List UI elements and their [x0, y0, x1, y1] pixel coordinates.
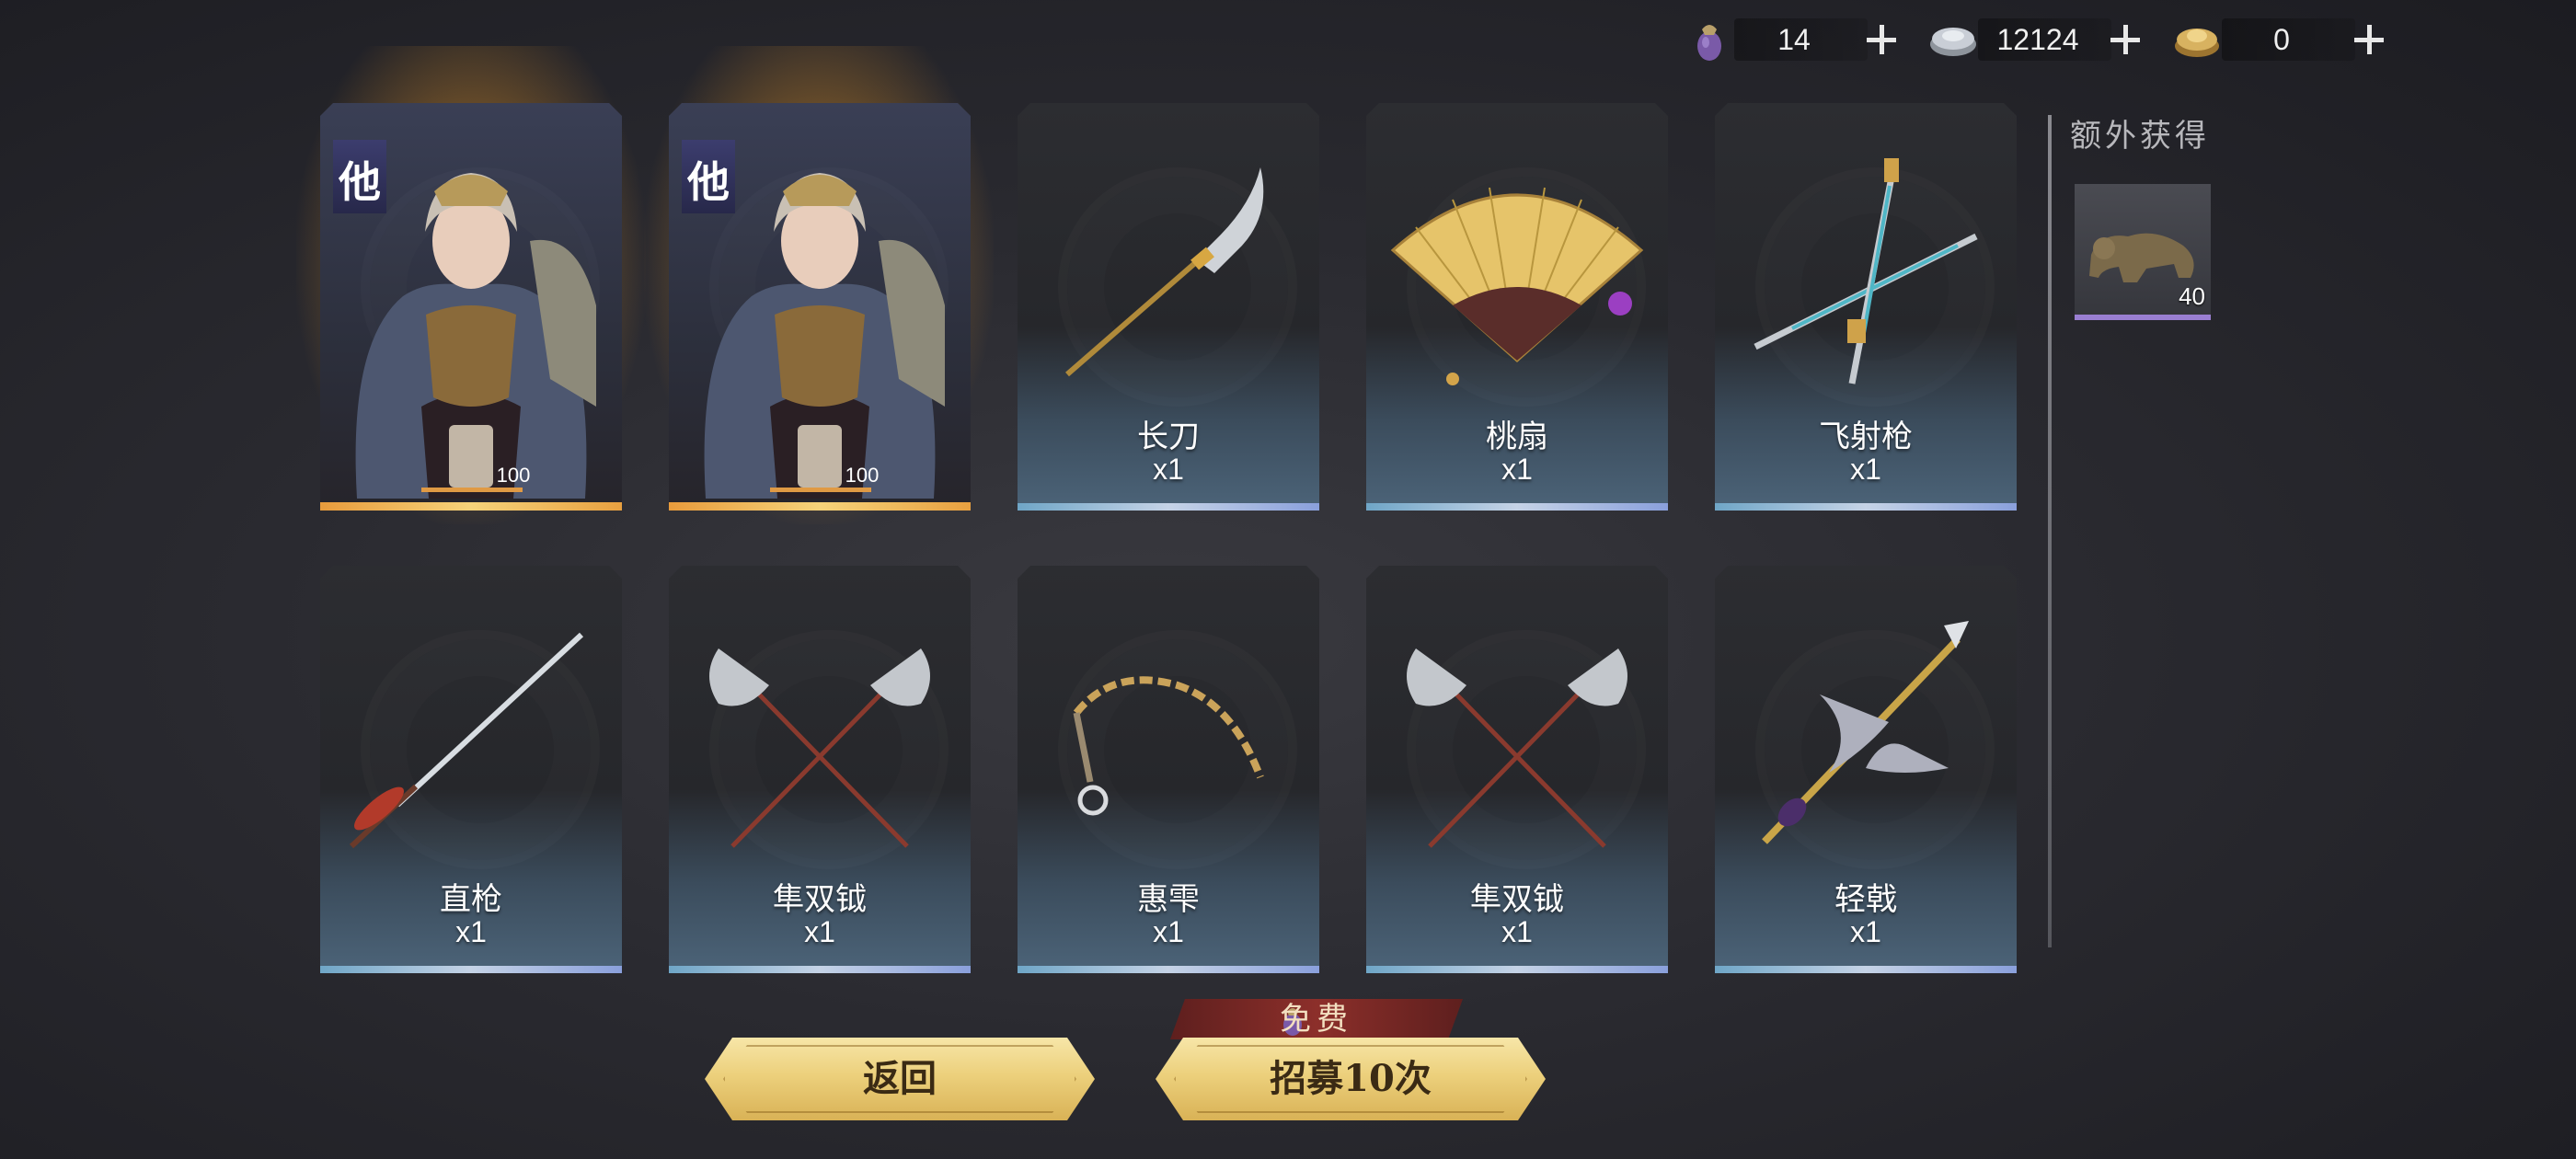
folding-fan-icon: [1390, 187, 1644, 385]
crossed-spears-icon: [1754, 158, 1978, 384]
twin-axes-icon: [709, 648, 930, 848]
weapon-name: 桃扇: [1486, 419, 1548, 455]
weapon-qty: x1: [1850, 453, 1881, 486]
weapon-qty: x1: [455, 915, 487, 948]
hero-level: 100: [845, 464, 880, 487]
weapon-name: 轻戟: [1834, 881, 1897, 918]
halberd-icon: [1762, 621, 1969, 844]
twin-axes-icon: [1407, 648, 1627, 848]
recruit-10-button[interactable]: 招募10次: [1156, 1038, 1546, 1120]
hero-level: 100: [496, 464, 531, 487]
weapon-card[interactable]: 惠雫 x1: [1018, 566, 1319, 973]
weapon-name: 直枪: [440, 881, 502, 918]
hero-badge: 他: [333, 140, 386, 213]
weapon-card[interactable]: 长刀 x1: [1018, 103, 1319, 511]
weapon-card[interactable]: 桃扇 x1: [1366, 103, 1668, 511]
extra-reward-count: 40: [2179, 282, 2205, 310]
purple-pouch-icon: [1697, 25, 1721, 61]
weapon-qty: x1: [1501, 915, 1533, 948]
whip-icon: [1073, 676, 1264, 816]
weapon-card[interactable]: 轻戟 x1: [1715, 566, 2017, 973]
add-potion-button[interactable]: [1858, 17, 1904, 63]
hero-card[interactable]: 他 100: [320, 103, 622, 511]
extra-reward-item[interactable]: 40: [2075, 184, 2211, 320]
free-tag: 免费: [1170, 999, 1463, 1039]
weapon-name: 飞射枪: [1819, 419, 1913, 455]
gold-count: 0: [2273, 23, 2290, 56]
weapon-name: 隼双钺: [773, 881, 867, 918]
weapon-qty: x1: [1501, 453, 1533, 486]
weapon-card[interactable]: 隼双钺 x1: [1366, 566, 1668, 973]
weapon-qty: x1: [1850, 915, 1881, 948]
glaive-icon: [1065, 167, 1264, 377]
add-silver-button[interactable]: [2102, 17, 2148, 63]
extra-rewards-title: 额外获得: [2070, 118, 2210, 155]
weapon-qty: x1: [1153, 453, 1184, 486]
silver-count: 12124: [1996, 23, 2079, 56]
spear-icon: [349, 632, 584, 849]
back-button[interactable]: 返回: [705, 1038, 1095, 1120]
weapon-card[interactable]: 飞射枪 x1: [1715, 103, 2017, 511]
potion-count: 14: [1777, 23, 1811, 56]
weapon-name: 长刀: [1137, 419, 1200, 455]
weapon-card[interactable]: 直枪 x1: [320, 566, 622, 973]
hero-badge: 他: [682, 140, 735, 213]
hero-card[interactable]: 他 100: [669, 103, 971, 511]
gold-ingot-icon: [2175, 29, 2219, 57]
extra-divider: [2048, 115, 2052, 947]
weapon-card[interactable]: 隼双钺 x1: [669, 566, 971, 973]
silver-ingot-icon: [1930, 28, 1976, 56]
weapon-name: 惠雫: [1137, 881, 1200, 918]
weapon-name: 隼双钺: [1470, 881, 1564, 918]
add-gold-button[interactable]: [2346, 17, 2392, 63]
weapon-qty: x1: [1153, 915, 1184, 948]
weapon-qty: x1: [804, 915, 835, 948]
